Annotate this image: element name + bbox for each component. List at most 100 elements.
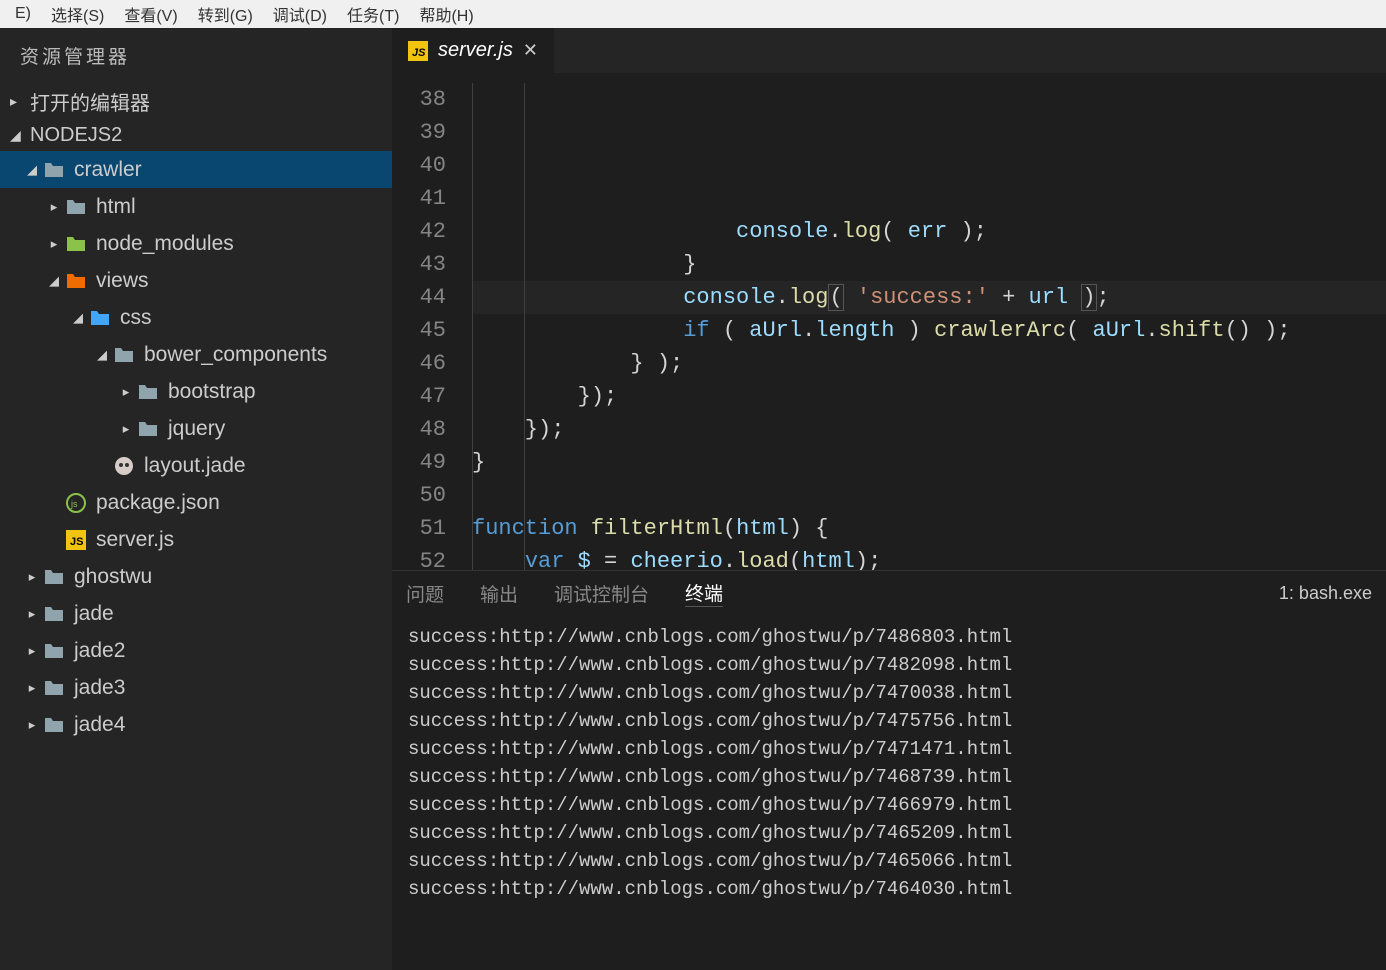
line-number: 48 — [392, 413, 446, 446]
panel-tab-1[interactable]: 输出 — [480, 580, 518, 607]
line-number: 38 — [392, 83, 446, 116]
folder-icon — [42, 605, 66, 623]
folder-icon — [64, 198, 88, 216]
tree-item-label: package.json — [96, 491, 220, 515]
tab-filename: server.js — [438, 39, 513, 62]
menu-item[interactable]: 选择(S) — [41, 2, 114, 26]
line-number: 45 — [392, 314, 446, 347]
tree-item-node_modules[interactable]: ▸ node_modules — [0, 225, 392, 262]
tree-item-package-json[interactable]: js package.json — [0, 484, 392, 521]
folder-open-icon — [42, 161, 66, 179]
folder-icon — [136, 383, 160, 401]
tree-item-label: ghostwu — [74, 565, 152, 589]
menu-item[interactable]: 调试(D) — [263, 2, 337, 26]
tree-item-server-js[interactable]: JS server.js — [0, 521, 392, 558]
close-icon[interactable]: ✕ — [523, 40, 538, 61]
terminal-output[interactable]: success:http://www.cnblogs.com/ghostwu/p… — [392, 615, 1386, 970]
line-number: 39 — [392, 116, 446, 149]
chevron-right-icon: ▸ — [10, 93, 30, 110]
tree-item-jade3[interactable]: ▸jade3 — [0, 669, 392, 706]
open-editors-section[interactable]: ▸ 打开的编辑器 — [0, 83, 392, 120]
tree-item-label: crawler — [74, 158, 142, 182]
js-icon: JS — [408, 41, 428, 61]
line-number: 52 — [392, 545, 446, 570]
code-line[interactable]: } — [472, 248, 1386, 281]
code-content[interactable]: console.log( err ); } console.log( 'succ… — [472, 73, 1386, 570]
tree-item-html[interactable]: ▸html — [0, 188, 392, 225]
svg-text:JS: JS — [412, 47, 426, 59]
menu-item[interactable]: 查看(V) — [114, 2, 187, 26]
open-editors-label: 打开的编辑器 — [30, 87, 150, 116]
tree-item-views[interactable]: ◢views — [0, 262, 392, 299]
tree-item-jquery[interactable]: ▸ jquery — [0, 410, 392, 447]
tab-server-js[interactable]: JS server.js ✕ — [392, 28, 554, 73]
tree-item-label: jade4 — [74, 713, 125, 737]
menu-item[interactable]: 任务(T) — [337, 2, 409, 26]
chevron-right-icon: ▸ — [22, 717, 42, 733]
panel-tab-2[interactable]: 调试控制台 — [554, 580, 649, 607]
editor-area: JS server.js ✕ 3839404142434445464748495… — [392, 28, 1386, 970]
chevron-right-icon: ▸ — [44, 199, 64, 215]
code-line[interactable]: var $ = cheerio.load(html); — [472, 545, 1386, 570]
menu-item[interactable]: E) — [5, 5, 41, 23]
folder-css-icon — [88, 309, 112, 327]
tree-item-crawler[interactable]: ◢crawler — [0, 151, 392, 188]
tree-item-label: server.js — [96, 528, 174, 552]
chevron-right-icon: ▸ — [116, 421, 136, 437]
chevron-down-icon: ◢ — [68, 310, 88, 326]
project-label: NODEJS2 — [30, 124, 122, 147]
explorer-title: 资源管理器 — [0, 28, 392, 83]
code-line[interactable]: }); — [472, 413, 1386, 446]
code-line[interactable]: function filterHtml(html) { — [472, 512, 1386, 545]
panel-tab-3[interactable]: 终端 — [685, 579, 723, 607]
editor-tabs: JS server.js ✕ — [392, 28, 1386, 73]
line-number: 41 — [392, 182, 446, 215]
menu-item[interactable]: 帮助(H) — [409, 2, 483, 26]
folder-icon — [42, 642, 66, 660]
file-tree: ◢crawler▸html▸node_modules◢views◢css◢bow… — [0, 151, 392, 743]
chevron-right-icon: ▸ — [22, 643, 42, 659]
tree-item-ghostwu[interactable]: ▸ghostwu — [0, 558, 392, 595]
code-line[interactable]: } ); — [472, 347, 1386, 380]
code-editor[interactable]: 383940414243444546474849505152 console.l… — [392, 73, 1386, 570]
tree-item-label: css — [120, 306, 152, 330]
chevron-down-icon: ◢ — [92, 347, 112, 363]
line-number: 47 — [392, 380, 446, 413]
menu-item[interactable]: 转到(G) — [188, 2, 263, 26]
panel-tabs: 问题 输出 调试控制台 终端 1: bash.exe — [392, 571, 1386, 615]
tree-item-label: views — [96, 269, 149, 293]
code-line[interactable]: } — [472, 446, 1386, 479]
code-line[interactable]: console.log( err ); — [472, 215, 1386, 248]
tree-item-label: jade3 — [74, 676, 125, 700]
chevron-right-icon: ▸ — [44, 236, 64, 252]
tree-item-jade2[interactable]: ▸jade2 — [0, 632, 392, 669]
code-line[interactable]: if ( aUrl.length ) crawlerArc( aUrl.shif… — [472, 314, 1386, 347]
tree-item-layout-jade[interactable]: layout.jade — [0, 447, 392, 484]
folder-icon — [112, 346, 136, 364]
code-line[interactable] — [472, 479, 1386, 512]
tree-item-bower_components[interactable]: ◢bower_components — [0, 336, 392, 373]
tree-item-jade4[interactable]: ▸ jade4 — [0, 706, 392, 743]
tree-item-label: jquery — [168, 417, 225, 441]
tree-item-label: node_modules — [96, 232, 234, 256]
line-number: 44 — [392, 281, 446, 314]
menubar: E)选择(S)查看(V)转到(G)调试(D)任务(T)帮助(H) — [0, 0, 1386, 28]
line-number: 51 — [392, 512, 446, 545]
code-line[interactable]: console.log( 'success:' + url ); — [472, 281, 1386, 314]
line-number: 49 — [392, 446, 446, 479]
chevron-right-icon: ▸ — [116, 384, 136, 400]
panel-tab-0[interactable]: 问题 — [406, 580, 444, 607]
bottom-panel: 问题 输出 调试控制台 终端 1: bash.exe success:http://ww… — [392, 570, 1386, 970]
line-gutter: 383940414243444546474849505152 — [392, 73, 472, 570]
line-number: 50 — [392, 479, 446, 512]
terminal-selector[interactable]: 1: bash.exe — [1279, 583, 1372, 604]
code-line[interactable]: }); — [472, 380, 1386, 413]
chevron-right-icon: ▸ — [22, 606, 42, 622]
line-number: 46 — [392, 347, 446, 380]
json-node-icon: js — [64, 493, 88, 513]
tree-item-css[interactable]: ◢ css — [0, 299, 392, 336]
tree-item-bootstrap[interactable]: ▸bootstrap — [0, 373, 392, 410]
js-icon: JS — [64, 530, 88, 550]
tree-item-jade[interactable]: ▸jade — [0, 595, 392, 632]
project-section[interactable]: ◢ NODEJS2 — [0, 120, 392, 151]
